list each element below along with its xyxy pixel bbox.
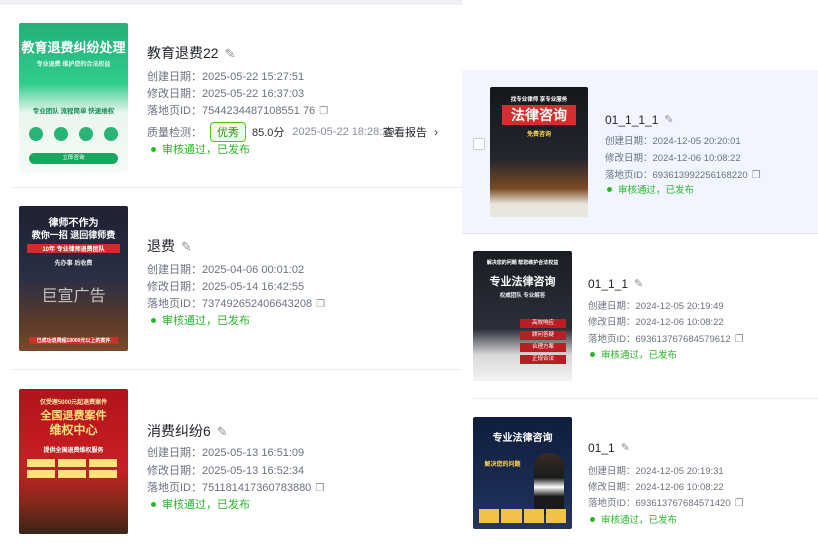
copy-icon[interactable]: ❐ [316,300,325,310]
status-dot [590,351,595,357]
status-dot [151,501,156,507]
card-title: 消费纠纷6 [147,423,211,439]
landing-id: 落地页ID：693613767684571420 [588,498,731,509]
created-date: 创建日期：2024-12-05 20:19:31 [588,466,724,477]
right-column: 找专业律师 享专业服务 法律咨询 免费咨询 01_1_1_1 ✎ 创建日期：20… [462,0,818,558]
chevron-right-icon: › [434,125,439,139]
created-date: 创建日期：2024-12-05 20:19:49 [588,301,724,312]
modified-date: 修改日期：2024-12-06 10:08:22 [588,482,724,493]
thumb-consult-button: 立即咨询 [29,153,118,164]
card-title: 教育退费22 [147,45,219,61]
landing-card[interactable]: 律师不作为 教你一招 退回律师费 10年 专业律师退费团队 先办事 后收费 巨宣… [0,188,462,366]
copy-icon[interactable]: ❐ [735,499,744,509]
copy-icon[interactable]: ❐ [735,335,744,345]
landing-card[interactable]: 仅受理5000元起退费案件 全国退费案件 维权中心 提供全国退费维权服务 消费纠… [0,370,462,558]
landing-card-selected[interactable]: 找专业律师 享专业服务 法律咨询 免费咨询 01_1_1_1 ✎ 创建日期：20… [462,70,818,233]
edit-icon[interactable]: ✎ [634,278,643,290]
landing-id: 落地页ID：7544234487108551 76 [147,105,316,117]
quality-check: 质量检测： 优秀 85.0分 2025-05-22 18:28:20 [147,122,395,142]
status-text: 审核通过，已发布 [590,512,677,526]
select-checkbox[interactable] [473,138,485,150]
thumbnail[interactable]: 专业法律咨询 解决您的问题 [473,417,572,529]
landing-id: 落地页ID：751181417360783880 [147,482,312,494]
quality-badge: 优秀 [210,122,246,142]
card-title: 01_1 [588,441,615,455]
left-column: 教育退费纠纷处理 专业退费 维护您的合法权益 专业团队 流程简单 快速维权 立即… [0,0,462,558]
status-dot [607,186,612,192]
landing-card[interactable]: 教育退费纠纷处理 专业退费 维护您的合法权益 专业团队 流程简单 快速维权 立即… [0,5,462,183]
created-date: 创建日期：2025-04-06 00:01:02 [147,264,305,276]
status-text: 审核通过，已发布 [151,141,250,157]
thumbnail[interactable]: 仅受理5000元起退费案件 全国退费案件 维权中心 提供全国退费维权服务 [19,389,128,534]
quality-score: 85.0分 [252,127,285,139]
view-report-link[interactable]: 查看报告 › [383,124,438,140]
status-dot [590,516,595,522]
landing-card[interactable]: 专业法律咨询 解决您的问题 01_1 ✎ 创建日期：2024-12-05 20:… [462,399,818,558]
landing-id: 落地页ID：693613767684579612 [588,334,731,345]
status-dot [151,146,156,152]
card-title: 退费 [147,238,175,254]
status-dot [151,317,156,323]
edit-icon[interactable]: ✎ [181,240,192,253]
thumbnail[interactable]: 解决您的问题 帮您维护合法权益 专业法律咨询 权威团队 专业解答 高效响应 顾问… [473,251,572,381]
copy-icon[interactable]: ❐ [319,107,328,117]
card-title: 01_1_1 [588,277,629,291]
status-text: 审核通过，已发布 [590,347,677,361]
modified-date: 修改日期：2025-05-14 16:42:55 [147,281,305,293]
copy-icon[interactable]: ❐ [752,171,761,181]
created-date: 创建日期：2025-05-22 15:27:51 [147,71,305,83]
thumbnail[interactable]: 教育退费纠纷处理 专业退费 维护您的合法权益 专业团队 流程简单 快速维权 立即… [19,23,128,173]
edit-icon[interactable]: ✎ [225,47,236,60]
landing-card[interactable]: 解决您的问题 帮您维护合法权益 专业法律咨询 权威团队 专业解答 高效响应 顾问… [462,234,818,397]
status-text: 审核通过，已发布 [607,182,694,196]
edit-icon[interactable]: ✎ [621,442,630,454]
created-date: 创建日期：2024-12-05 20:20:01 [605,136,741,147]
status-text: 审核通过，已发布 [151,496,250,512]
modified-date: 修改日期：2025-05-13 16:52:34 [147,465,305,477]
thumbnail[interactable]: 律师不作为 教你一招 退回律师费 10年 专业律师退费团队 先办事 后收费 巨宣… [19,206,128,351]
landing-id: 落地页ID：737492652406643208 [147,298,313,310]
landing-id: 落地页ID：693613992256168220 [605,170,748,181]
modified-date: 修改日期：2025-05-22 16:37:03 [147,88,305,100]
edit-icon[interactable]: ✎ [664,114,673,126]
created-date: 创建日期：2025-05-13 16:51:09 [147,447,305,459]
copy-icon[interactable]: ❐ [315,484,324,494]
thumbnail[interactable]: 找专业律师 享专业服务 法律咨询 免费咨询 [490,87,588,217]
modified-date: 修改日期：2024-12-06 10:08:22 [605,153,741,164]
status-text: 审核通过，已发布 [151,312,250,328]
edit-icon[interactable]: ✎ [217,425,228,438]
card-title: 01_1_1_1 [605,113,659,127]
quality-date: 2025-05-22 18:28:20 [292,126,395,138]
modified-date: 修改日期：2024-12-06 10:08:22 [588,317,724,328]
